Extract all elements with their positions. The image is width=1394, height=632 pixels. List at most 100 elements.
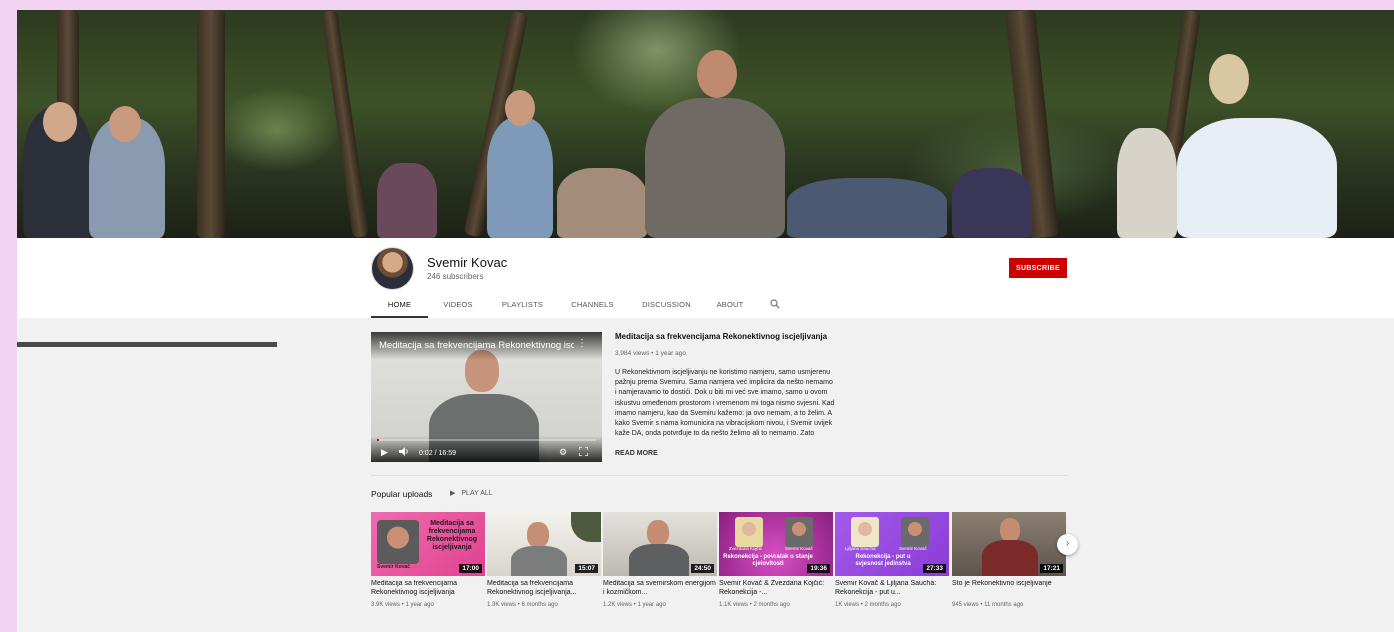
video-meta: 3.9K views • 1 year ago	[371, 602, 434, 608]
chevron-right-icon[interactable]: ›	[1057, 534, 1078, 555]
thumb-text: Rekonekcija - povratak u stanje cjelovit…	[723, 554, 813, 567]
duration-badge: 17:00	[459, 564, 482, 573]
thumb-text: Meditacija sa frekvencijama Rekonektivno…	[426, 520, 478, 551]
thumb-person-body	[982, 540, 1038, 576]
play-all-button[interactable]: ▶ PLAY ALL	[450, 489, 493, 498]
channel-name[interactable]: Svemir Kovac	[427, 255, 507, 270]
channel-tabs: HOME VIDEOS PLAYLISTS CHANNELS DISCUSSIO…	[371, 295, 795, 318]
thumb-person-head	[1000, 518, 1020, 542]
channel-banner	[17, 10, 1394, 238]
tab-about[interactable]: ABOUT	[705, 295, 755, 318]
video-card[interactable]: Meditacija sa frekvencijama Rekonektivno…	[371, 512, 485, 608]
play-all-label: PLAY ALL	[461, 489, 493, 497]
banner-tree	[197, 10, 225, 238]
banner-person	[1117, 128, 1177, 238]
banner-person	[1177, 118, 1337, 238]
duration-badge: 19:36	[807, 564, 830, 573]
tab-discussion[interactable]: DISCUSSION	[628, 295, 705, 318]
thumb-person-head	[647, 520, 669, 546]
thumb-person-body	[629, 544, 689, 576]
video-thumbnail[interactable]: 15:07	[487, 512, 601, 576]
video-card[interactable]: 24:50 Meditacija sa svemirskom energijom…	[603, 512, 717, 608]
tab-videos[interactable]: VIDEOS	[428, 295, 488, 318]
banner-head	[1209, 54, 1249, 104]
section-title[interactable]: Popular uploads	[371, 489, 432, 499]
subscriber-count: 246 subscribers	[427, 272, 484, 281]
banner-person	[377, 163, 437, 238]
thumb-name: Ljiljana Saucha	[845, 546, 876, 551]
left-divider-bar	[17, 342, 277, 347]
avatar[interactable]	[371, 247, 414, 290]
progress-fill	[377, 439, 380, 441]
banner-person	[645, 98, 785, 238]
thumb-name: Svemir Kovač	[899, 546, 927, 551]
more-vert-icon[interactable]: ⋮	[577, 338, 587, 349]
page-frame: Svemir Kovac 246 subscribers SUBSCRIBE H…	[17, 10, 1394, 632]
search-icon[interactable]	[755, 295, 795, 318]
gear-icon[interactable]: ⚙	[559, 447, 567, 458]
tab-playlists[interactable]: PLAYLISTS	[488, 295, 557, 318]
video-thumbnail[interactable]: 24:50	[603, 512, 717, 576]
tab-home[interactable]: HOME	[371, 295, 428, 318]
thumb-person-body	[511, 546, 567, 576]
video-title[interactable]: Meditacija sa frekvencijama Rekonektivno…	[371, 580, 485, 597]
banner-head	[109, 106, 141, 142]
video-player[interactable]: Meditacija sa frekvencijama Rekonektivno…	[371, 332, 602, 462]
video-title[interactable]: Svemir Kovač & Zvezdana Kojčić: Rekonekc…	[719, 580, 833, 597]
video-meta: 1.2K views • 1 year ago	[603, 602, 666, 608]
featured-meta: 3,984 views • 1 year ago	[615, 350, 686, 357]
banner-person	[557, 168, 647, 238]
video-card[interactable]: 15:07 Meditacija sa frekvencijama Rekone…	[487, 512, 601, 608]
banner-person	[952, 168, 1032, 238]
thumb-caption: Svemir Kovač	[377, 564, 411, 570]
thumb-person-head	[527, 522, 549, 548]
progress-bar[interactable]	[377, 439, 596, 441]
banner-person	[787, 178, 947, 238]
thumb-name: Svemir Kovač	[785, 546, 813, 551]
thumb-name: Zvezdana Kojčić	[729, 546, 763, 551]
tab-channels[interactable]: CHANNELS	[557, 295, 628, 318]
fullscreen-icon[interactable]	[578, 446, 589, 458]
video-title[interactable]: Svemir Kovač & Ljiljana Saucha: Rekonekc…	[835, 580, 949, 597]
video-thumbnail[interactable]: Meditacija sa frekvencijama Rekonektivno…	[371, 512, 485, 576]
video-card[interactable]: Zvezdana Kojčić Svemir Kovač Rekonekcija…	[719, 512, 833, 608]
video-title[interactable]: Što je Rekonektivno iscjeljivanje	[952, 580, 1066, 597]
video-meta: 945 views • 11 months ago	[952, 602, 1024, 608]
video-title[interactable]: Meditacija sa frekvencijama Rekonektivno…	[487, 580, 601, 597]
thumb-portrait	[851, 517, 879, 547]
volume-icon[interactable]	[399, 447, 409, 458]
duration-badge: 27:33	[923, 564, 946, 573]
banner-head	[43, 102, 77, 142]
section-divider	[371, 475, 1068, 476]
video-meta: 1.3K views • 6 months ago	[487, 602, 558, 608]
player-title[interactable]: Meditacija sa frekvencijama Rekonektivno…	[379, 340, 574, 351]
thumb-plant	[571, 512, 601, 542]
duration-badge: 24:50	[691, 564, 714, 573]
thumb-portrait	[901, 517, 929, 547]
video-title[interactable]: Meditacija sa svemirskom energijom i koz…	[603, 580, 717, 597]
read-more-link[interactable]: READ MORE	[615, 450, 658, 457]
video-thumbnail[interactable]: Ljiljana Saucha Svemir Kovač Rekonekcija…	[835, 512, 949, 576]
banner-person	[487, 118, 553, 238]
thumb-portrait	[735, 517, 763, 547]
featured-description: U Rekonektivnom iscjeljivanju ne koristi…	[615, 369, 835, 438]
featured-title[interactable]: Meditacija sa frekvencijama Rekonektivno…	[615, 332, 827, 341]
player-time: 0:02 / 16:59	[419, 450, 456, 457]
subscribe-button[interactable]: SUBSCRIBE	[1009, 258, 1067, 278]
video-meta: 1K views • 2 months ago	[835, 602, 901, 608]
video-thumbnail[interactable]: 17:21	[952, 512, 1066, 576]
thumb-text: Rekonekcija - put u svjesnost jedinstva	[855, 554, 911, 567]
play-icon[interactable]: ▶	[381, 447, 388, 458]
video-card[interactable]: 17:21 Što je Rekonektivno iscjeljivanje …	[952, 512, 1066, 608]
thumb-portrait	[785, 517, 813, 547]
duration-badge: 15:07	[575, 564, 598, 573]
channel-header: Svemir Kovac 246 subscribers SUBSCRIBE H…	[17, 238, 1394, 318]
video-meta: 1.1K views • 2 months ago	[719, 602, 790, 608]
popular-uploads-shelf: Meditacija sa frekvencijama Rekonektivno…	[371, 512, 1068, 622]
play-icon: ▶	[450, 490, 456, 497]
thumb-portrait	[377, 520, 419, 564]
banner-head	[697, 50, 737, 98]
banner-head	[505, 90, 535, 126]
video-card[interactable]: Ljiljana Saucha Svemir Kovač Rekonekcija…	[835, 512, 949, 608]
video-thumbnail[interactable]: Zvezdana Kojčić Svemir Kovač Rekonekcija…	[719, 512, 833, 576]
